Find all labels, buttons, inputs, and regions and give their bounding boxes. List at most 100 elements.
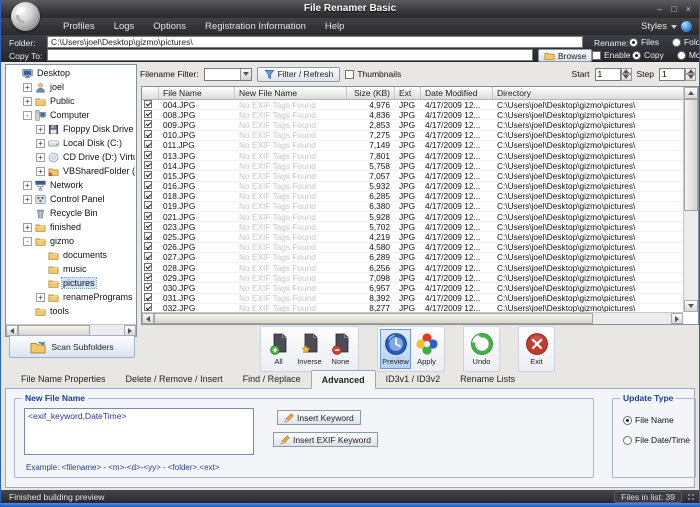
table-row[interactable]: 011.JPGNo EXIF Tags Found7,149JPG4/17/20…: [142, 141, 683, 151]
tree-item-desktop[interactable]: Desktop: [7, 66, 135, 80]
menu-item-options[interactable]: Options: [153, 21, 186, 32]
filename-filter-select[interactable]: [204, 68, 252, 81]
tab-delete-remove-insert[interactable]: Delete / Remove / Insert: [116, 371, 233, 388]
copyto-copy-radio[interactable]: Copy: [632, 50, 664, 60]
table-row[interactable]: 031.JPGNo EXIF Tags Found8,392JPG4/17/20…: [142, 294, 683, 304]
resize-grip[interactable]: [686, 492, 696, 502]
tree-item-floppy-disk-drive-a[interactable]: +Floppy Disk Drive (A:): [7, 122, 135, 136]
tree-item-tools[interactable]: tools: [7, 304, 135, 318]
rename-files-radio[interactable]: Files: [629, 37, 659, 47]
row-checkbox[interactable]: [144, 303, 152, 311]
row-checkbox[interactable]: [144, 263, 152, 271]
copyto-move-radio[interactable]: Move: [677, 50, 700, 60]
tree-item-computer[interactable]: -Computer: [7, 108, 135, 122]
table-horizontal-scrollbar[interactable]: [142, 312, 683, 324]
row-checkbox[interactable]: [144, 242, 152, 250]
table-row[interactable]: 030.JPGNo EXIF Tags Found6,957JPG4/17/20…: [142, 283, 683, 293]
enable-checkbox[interactable]: Enable: [592, 50, 630, 60]
scroll-up-icon[interactable]: [684, 87, 698, 99]
tree-item-renameprograms[interactable]: +renamePrograms: [7, 290, 135, 304]
insert-exif-keyword-button[interactable]: Insert EXIF Keyword: [273, 432, 378, 447]
row-checkbox[interactable]: [144, 161, 152, 169]
spin-down-icon[interactable]: [685, 74, 696, 81]
tab-advanced[interactable]: Advanced: [311, 370, 376, 389]
table-row[interactable]: 004.JPGNo EXIF Tags Found4,976JPG4/17/20…: [142, 100, 683, 110]
row-checkbox[interactable]: [144, 120, 152, 128]
tree-item-joel[interactable]: +joel: [7, 80, 135, 94]
none-button[interactable]: None: [325, 329, 356, 369]
table-row[interactable]: 018.JPGNo EXIF Tags Found6,285JPG4/17/20…: [142, 192, 683, 202]
tree-item-gizmo[interactable]: -gizmo: [7, 234, 135, 248]
table-row[interactable]: 029.JPGNo EXIF Tags Found7,098JPG4/17/20…: [142, 273, 683, 283]
row-checkbox[interactable]: [144, 110, 152, 118]
styles-menu[interactable]: Styles: [641, 21, 667, 32]
row-checkbox[interactable]: [144, 171, 152, 179]
menu-item-logs[interactable]: Logs: [114, 21, 135, 32]
expand-icon[interactable]: +: [36, 293, 45, 302]
dropdown-arrow-icon[interactable]: [240, 69, 251, 80]
apply-button[interactable]: Apply: [411, 329, 442, 369]
table-row[interactable]: 021.JPGNo EXIF Tags Found5,928JPG4/17/20…: [142, 212, 683, 222]
scroll-down-icon[interactable]: [684, 300, 698, 312]
undo-button[interactable]: Undo: [466, 329, 497, 369]
scan-subfolders-button[interactable]: Scan Subfolders: [9, 335, 135, 358]
table-row[interactable]: 009.JPGNo EXIF Tags Found2,853JPG4/17/20…: [142, 120, 683, 130]
expand-icon[interactable]: +: [23, 83, 32, 92]
tree-item-recycle-bin[interactable]: Recycle Bin: [7, 206, 135, 220]
row-checkbox[interactable]: [144, 212, 152, 220]
table-row[interactable]: 028.JPGNo EXIF Tags Found6,256JPG4/17/20…: [142, 263, 683, 273]
inverse-button[interactable]: Inverse: [294, 329, 325, 369]
collapse-icon[interactable]: -: [23, 111, 32, 120]
row-checkbox[interactable]: [144, 252, 152, 260]
menu-item-profiles[interactable]: Profiles: [63, 21, 95, 32]
tab-file-name-properties[interactable]: File Name Properties: [11, 371, 116, 388]
expand-icon[interactable]: +: [36, 167, 45, 176]
table-row[interactable]: 016.JPGNo EXIF Tags Found5,932JPG4/17/20…: [142, 182, 683, 192]
rename-folders-radio[interactable]: Folders: [672, 37, 700, 47]
tree-item-cd-drive-d-virtualbox-guest[interactable]: +CD Drive (D:) VirtualBox Guest: [7, 150, 135, 164]
preview-button[interactable]: Preview: [380, 329, 411, 369]
table-row[interactable]: 008.JPGNo EXIF Tags Found4,836JPG4/17/20…: [142, 110, 683, 120]
expand-icon[interactable]: +: [36, 139, 45, 148]
tree-item-pictures[interactable]: pictures: [7, 276, 135, 290]
table-row[interactable]: 019.JPGNo EXIF Tags Found6,380JPG4/17/20…: [142, 202, 683, 212]
table-row[interactable]: 032.JPGNo EXIF Tags Found8,277JPG4/17/20…: [142, 304, 683, 312]
tree-item-vbsharedfolder-vboxsvr-z[interactable]: +VBSharedFolder (\\vboxsvr) (Z: [7, 164, 135, 178]
filter-refresh-button[interactable]: Filter / Refresh: [257, 67, 341, 82]
expand-icon[interactable]: +: [36, 125, 45, 134]
help-icon[interactable]: [681, 21, 692, 32]
browse-button[interactable]: Browse: [538, 49, 592, 62]
expand-icon[interactable]: +: [36, 153, 45, 162]
maximize-button[interactable]: □: [671, 5, 676, 14]
insert-keyword-button[interactable]: Insert Keyword: [277, 410, 361, 425]
row-checkbox[interactable]: [144, 201, 152, 209]
start-input[interactable]: [595, 68, 621, 81]
expand-icon[interactable]: +: [23, 195, 32, 204]
tab-find-replace[interactable]: Find / Replace: [233, 371, 311, 388]
column-header-ext[interactable]: Ext: [395, 87, 421, 99]
update-type-file-date-time-radio[interactable]: File Date/Time: [623, 435, 690, 445]
menu-item-registration-information[interactable]: Registration Information: [205, 21, 306, 32]
tree-item-local-disk-c[interactable]: +Local Disk (C:): [7, 136, 135, 150]
tree-item-network[interactable]: +Network: [7, 178, 135, 192]
update-type-file-name-radio[interactable]: File Name: [623, 415, 690, 425]
scroll-left-icon[interactable]: [142, 313, 154, 324]
scrollbar-thumb[interactable]: [154, 313, 593, 324]
minimize-button[interactable]: –: [657, 5, 662, 14]
tree-item-finished[interactable]: +finished: [7, 220, 135, 234]
row-checkbox[interactable]: [144, 100, 152, 108]
table-row[interactable]: 027.JPGNo EXIF Tags Found6,289JPG4/17/20…: [142, 253, 683, 263]
step-input[interactable]: [659, 68, 685, 81]
row-checkbox[interactable]: [144, 151, 152, 159]
table-row[interactable]: 010.JPGNo EXIF Tags Found7,275JPG4/17/20…: [142, 131, 683, 141]
folder-path-input[interactable]: [47, 36, 583, 48]
collapse-icon[interactable]: -: [23, 237, 32, 246]
spin-down-icon[interactable]: [621, 74, 632, 81]
expand-icon[interactable]: +: [23, 181, 32, 190]
scrollbar-thumb[interactable]: [684, 99, 698, 211]
tree-item-music[interactable]: music: [7, 262, 135, 276]
exit-button[interactable]: Exit: [521, 329, 552, 369]
table-row[interactable]: 013.JPGNo EXIF Tags Found7,801JPG4/17/20…: [142, 151, 683, 161]
table-row[interactable]: 023.JPGNo EXIF Tags Found5,702JPG4/17/20…: [142, 222, 683, 232]
row-checkbox[interactable]: [144, 222, 152, 230]
